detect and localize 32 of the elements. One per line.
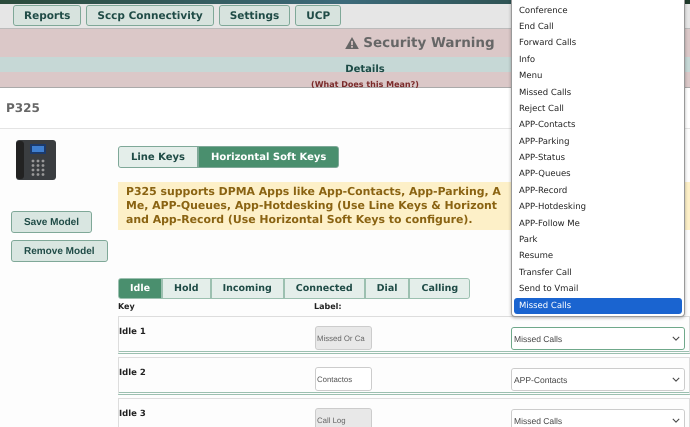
warning-icon [345,37,360,49]
caret-icon [672,377,680,382]
column-header: Label: [314,302,342,310]
action-select[interactable]: APP-Contacts [511,368,685,391]
notice-text: P325 supports DPMA Apps like App-Contacts, App-Parking, A [126,185,501,199]
nav-tab[interactable]: Settings [218,5,290,26]
desk-phone-drawing [15,139,57,181]
notice-text: Me, APP-Queues, App-Hotdesking (Use Line Keys & Horizont [126,199,498,213]
details-link[interactable]: Details [345,64,385,75]
what-does-this-mean-link[interactable]: (What Does this Mean?) [311,80,419,89]
nav-tab[interactable]: Reports [13,5,82,26]
key-type-tab[interactable]: Horizontal Soft Keys [198,146,340,168]
nav-tab[interactable]: Sccp Connectivity [86,5,214,26]
state-tab[interactable]: Hold [162,278,211,299]
notice-text: and App-Record (Use Horizontal Soft Keys to configure). [126,213,472,227]
warning-title: Security Warning [363,35,495,51]
key-name: Idle 1 [119,326,147,337]
nav-tab[interactable]: UCP [295,5,342,26]
state-tab[interactable]: Dial [364,278,410,299]
caret-icon [672,418,680,423]
caret-icon [672,336,680,341]
state-tab[interactable]: Idle [118,278,162,299]
column-header: Key [118,302,136,310]
key-type-tab[interactable]: Line Keys [118,146,198,168]
model-button[interactable]: Remove Model [11,240,108,262]
key-name: Idle 3 [119,408,147,419]
state-tab[interactable]: Incoming [210,278,284,299]
model-name: P325 [6,101,40,115]
model-button[interactable]: Save Model [11,211,92,233]
state-tab[interactable]: Calling [409,278,470,299]
state-tab[interactable]: Connected [284,278,365,299]
key-name: Idle 2 [119,367,147,378]
